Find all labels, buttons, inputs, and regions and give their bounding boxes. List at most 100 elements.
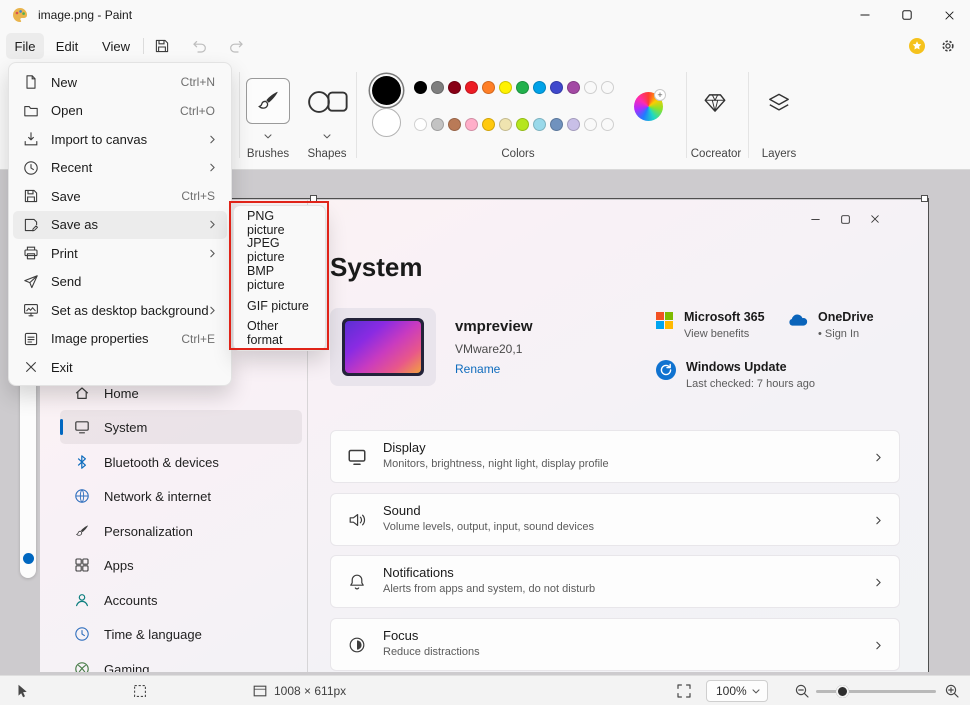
minimize-button[interactable] xyxy=(844,0,886,30)
color-swatch[interactable] xyxy=(465,81,478,94)
file-menu-item-print[interactable]: Print xyxy=(13,239,227,268)
selection-handle[interactable] xyxy=(921,195,928,202)
nav-label: Personalization xyxy=(104,524,193,539)
color-swatch[interactable] xyxy=(482,118,495,131)
submenu-item-gif[interactable]: GIF picture xyxy=(237,292,322,320)
titlebar: image.png - Paint xyxy=(0,0,970,30)
primary-color-swatch[interactable] xyxy=(372,76,401,105)
file-menu-item-import-to-canvas[interactable]: Import to canvas xyxy=(13,125,227,154)
import-icon xyxy=(23,131,39,147)
edit-colors-wheel[interactable]: + xyxy=(634,92,663,121)
color-swatch[interactable] xyxy=(533,81,546,94)
file-menu-button[interactable]: File xyxy=(6,33,44,59)
color-swatch[interactable] xyxy=(516,118,529,131)
submenu-item-bmp[interactable]: BMP picture xyxy=(237,264,322,292)
file-menu-item-save[interactable]: Save Ctrl+S xyxy=(13,182,227,211)
save-icon xyxy=(23,188,39,204)
bluetooth-icon xyxy=(74,454,90,470)
card-subtitle: Alerts from apps and system, do not dist… xyxy=(383,583,595,595)
settings-window-controls xyxy=(800,208,890,230)
onedrive-icon xyxy=(786,312,810,327)
shapes-dropdown-chevron[interactable] xyxy=(321,130,333,142)
chevron-right-icon xyxy=(206,218,219,231)
submenu-item-png[interactable]: PNG picture xyxy=(237,209,322,237)
settings-gear-icon[interactable] xyxy=(940,38,956,54)
quick-card-title: OneDrive xyxy=(818,310,874,324)
menu-item-label: Send xyxy=(51,274,81,289)
close-button[interactable] xyxy=(928,0,970,30)
shapes-icon[interactable] xyxy=(305,86,349,118)
menu-item-label: New xyxy=(51,75,77,90)
edit-menu-button[interactable]: Edit xyxy=(48,33,86,59)
save-as-submenu: PNG picture JPEG picture BMP picture GIF… xyxy=(233,205,326,351)
color-swatch[interactable] xyxy=(550,118,563,131)
file-menu-item-send[interactable]: Send xyxy=(13,268,227,297)
card-title: Focus xyxy=(383,628,418,643)
selection-handle[interactable] xyxy=(310,195,317,202)
colors-group-label: Colors xyxy=(458,148,578,160)
microsoft-365-icon xyxy=(656,312,673,329)
file-menu-item-recent[interactable]: Recent xyxy=(13,154,227,183)
color-swatch[interactable] xyxy=(482,81,495,94)
file-menu-item-set-as-desktop-background[interactable]: Set as desktop background xyxy=(13,296,227,325)
zoom-slider-thumb[interactable] xyxy=(836,685,849,698)
color-swatch[interactable] xyxy=(499,118,512,131)
empty-color-slot[interactable] xyxy=(601,81,614,94)
settings-nav-apps: Apps xyxy=(60,548,302,582)
secondary-color-swatch[interactable] xyxy=(372,108,401,137)
menu-item-label: Import to canvas xyxy=(51,132,147,147)
file-menu-item-save-as[interactable]: Save as xyxy=(13,211,227,240)
undo-button[interactable] xyxy=(192,38,208,54)
color-swatch[interactable] xyxy=(465,118,478,131)
card-subtitle: Monitors, brightness, night light, displ… xyxy=(383,458,609,470)
color-swatch[interactable] xyxy=(516,81,529,94)
zoom-out-icon[interactable] xyxy=(794,683,810,699)
file-menu-item-new[interactable]: New Ctrl+N xyxy=(13,68,227,97)
color-swatch[interactable] xyxy=(431,118,444,131)
color-swatch[interactable] xyxy=(431,81,444,94)
layers-group-label: Layers xyxy=(747,148,811,160)
file-menu-item-open[interactable]: Open Ctrl+O xyxy=(13,97,227,126)
zoom-slider-track[interactable] xyxy=(816,690,936,693)
settings-minimize-icon xyxy=(800,208,830,230)
submenu-item-jpeg[interactable]: JPEG picture xyxy=(237,237,322,265)
device-model: VMware20,1 xyxy=(455,342,522,356)
ribbon-separator xyxy=(748,72,749,158)
color-swatch[interactable] xyxy=(448,81,461,94)
color-swatch[interactable] xyxy=(448,118,461,131)
color-swatch[interactable] xyxy=(414,81,427,94)
xbox-icon xyxy=(74,661,90,672)
cocreator-group-label: Cocreator xyxy=(682,148,750,160)
menu-item-label: Open xyxy=(51,103,83,118)
fit-to-screen-icon[interactable] xyxy=(676,683,692,699)
color-swatch[interactable] xyxy=(533,118,546,131)
menu-item-label: Save as xyxy=(51,217,98,232)
save-quick-button[interactable] xyxy=(154,38,170,54)
zoom-level-dropdown[interactable]: 100% xyxy=(706,680,768,702)
empty-color-slot[interactable] xyxy=(584,81,597,94)
empty-color-slot[interactable] xyxy=(584,118,597,131)
layers-icon[interactable] xyxy=(766,90,792,116)
brushes-dropdown-chevron[interactable] xyxy=(262,130,274,142)
zoom-in-icon[interactable] xyxy=(944,683,960,699)
cocreator-icon[interactable] xyxy=(702,90,728,116)
selection-border-right[interactable] xyxy=(928,198,929,672)
save-as-icon xyxy=(23,217,39,233)
redo-button[interactable] xyxy=(228,38,244,54)
brushes-button[interactable] xyxy=(246,78,290,124)
color-swatch[interactable] xyxy=(550,81,563,94)
color-swatch[interactable] xyxy=(567,118,580,131)
color-swatch[interactable] xyxy=(499,81,512,94)
windows-update-icon xyxy=(656,360,676,380)
view-menu-button[interactable]: View xyxy=(96,33,136,59)
file-menu-item-exit[interactable]: Exit xyxy=(13,353,227,382)
maximize-button[interactable] xyxy=(886,0,928,30)
file-menu-item-image-properties[interactable]: Image properties Ctrl+E xyxy=(13,325,227,354)
ribbon-separator xyxy=(239,72,240,158)
color-swatch[interactable] xyxy=(414,118,427,131)
color-swatch[interactable] xyxy=(567,81,580,94)
submenu-item-other-format[interactable]: Other format xyxy=(237,319,322,347)
rewards-icon[interactable] xyxy=(908,37,926,55)
empty-color-slot[interactable] xyxy=(601,118,614,131)
settings-card-focus: Focus Reduce distractions xyxy=(330,618,900,671)
